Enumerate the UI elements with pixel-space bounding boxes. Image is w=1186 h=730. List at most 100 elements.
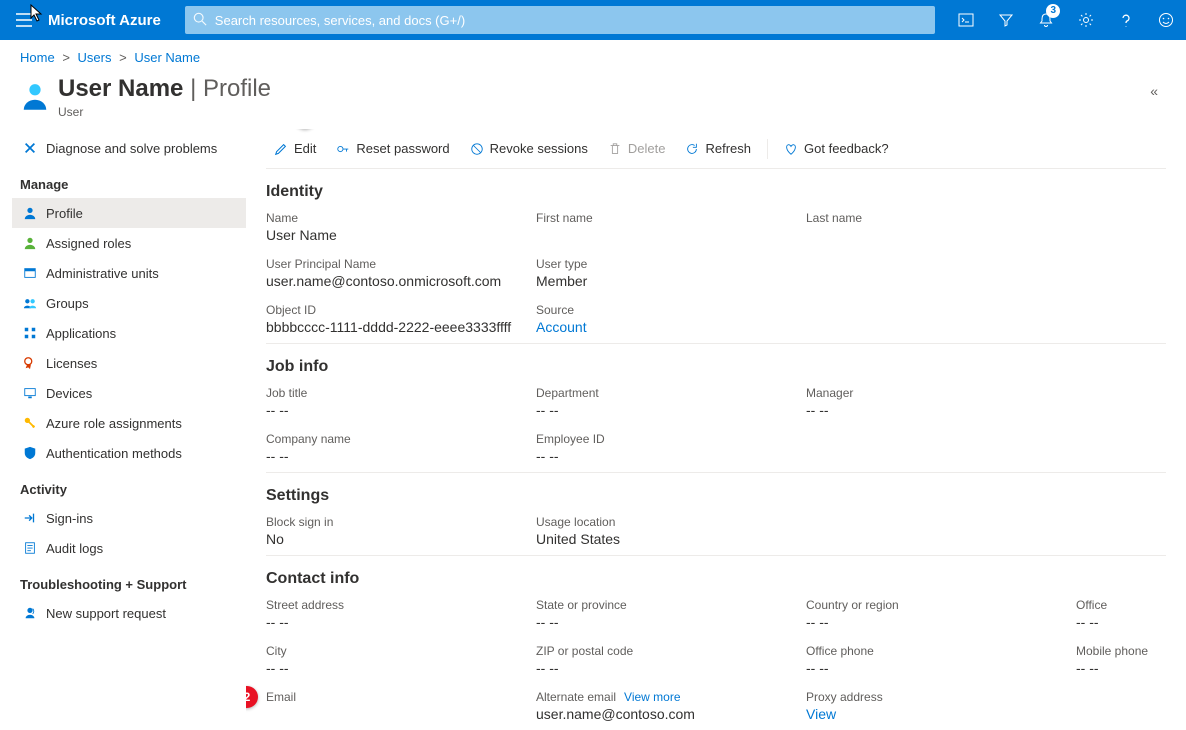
jobtitle-label: Job title [266, 386, 536, 400]
shield-icon [20, 446, 40, 460]
cloud-shell-button[interactable] [946, 0, 986, 40]
device-icon [20, 386, 40, 400]
job-title: Job info [266, 358, 1166, 376]
contact-title: Contact info [266, 570, 1166, 588]
nav-groups[interactable]: Groups [12, 288, 246, 318]
annotation-marker-2: 2 [246, 686, 258, 708]
refresh-icon [685, 142, 699, 156]
usageloc-value: United States [536, 531, 806, 547]
altemail-label: Alternate emailView more [536, 690, 806, 704]
heart-icon [784, 142, 798, 156]
nav-azure-roles[interactable]: Azure role assignments [12, 408, 246, 438]
employeeid-label: Employee ID [536, 432, 806, 446]
nav-admin-units[interactable]: Administrative units [12, 258, 246, 288]
nav-group-manage: Manage [12, 163, 246, 198]
company-value: -- -- [266, 448, 536, 464]
office-value: -- -- [1076, 614, 1186, 630]
nav-support[interactable]: New support request [12, 598, 246, 628]
page-title-main: User Name [58, 75, 183, 102]
officephone-label: Office phone [806, 644, 1076, 658]
settings-section: Settings Block sign inNo Usage locationU… [266, 473, 1166, 556]
feedback-button[interactable] [1146, 0, 1186, 40]
search-input[interactable] [185, 6, 935, 34]
company-label: Company name [266, 432, 536, 446]
crumb-sep: > [119, 50, 127, 65]
crumb-home[interactable]: Home [20, 50, 55, 65]
country-label: Country or region [806, 598, 1076, 612]
officephone-value: -- -- [806, 660, 1076, 676]
department-value: -- -- [536, 402, 806, 418]
key-reset-icon [336, 142, 350, 156]
directory-button[interactable] [986, 0, 1026, 40]
notifications-button[interactable]: 3 [1026, 0, 1066, 40]
apps-icon [20, 326, 40, 340]
country-value: -- -- [806, 614, 1076, 630]
blocksignin-label: Block sign in [266, 515, 536, 529]
nav-auth-methods[interactable]: Authentication methods [12, 438, 246, 468]
street-label: Street address [266, 598, 536, 612]
nav-signins[interactable]: Sign-ins [12, 503, 246, 533]
street-value: -- -- [266, 614, 536, 630]
breadcrumb: Home > Users > User Name [0, 40, 1186, 71]
nav-applications[interactable]: Applications [12, 318, 246, 348]
manager-value: -- -- [806, 402, 1076, 418]
signin-icon [20, 511, 40, 525]
collapse-nav-button[interactable]: « [1150, 83, 1166, 99]
nav-profile[interactable]: Profile [12, 198, 246, 228]
trash-icon [608, 142, 622, 156]
firstname-label: First name [536, 211, 806, 225]
nav-group-trouble: Troubleshooting + Support [12, 563, 246, 598]
page-header: User Name | Profile User « [0, 71, 1186, 129]
audit-icon [20, 541, 40, 555]
identity-title: Identity [266, 183, 1166, 201]
mobilephone-value: -- -- [1076, 660, 1186, 676]
left-nav: Diagnose and solve problems Manage Profi… [0, 129, 246, 730]
revoke-sessions-button[interactable]: Revoke sessions [462, 137, 596, 160]
crumb-sep: > [62, 50, 70, 65]
hamburger-icon [16, 13, 32, 27]
main-content: 1 Edit Reset password Revoke sessions De… [246, 129, 1186, 730]
menu-toggle[interactable] [0, 0, 48, 40]
nav-group-activity: Activity [12, 468, 246, 503]
got-feedback-button[interactable]: Got feedback? [776, 137, 897, 160]
diagnose-icon [20, 141, 40, 155]
user-icon [20, 81, 50, 111]
nav-diagnose[interactable]: Diagnose and solve problems [12, 133, 246, 163]
nav-audit[interactable]: Audit logs [12, 533, 246, 563]
smiley-icon [1158, 12, 1174, 28]
identity-section: Identity Name User Name First name Last n… [266, 169, 1166, 344]
nav-assigned-roles[interactable]: Assigned roles [12, 228, 246, 258]
groups-icon [20, 296, 40, 310]
name-label: Name [266, 211, 536, 225]
employeeid-value: -- -- [536, 448, 806, 464]
nav-licenses[interactable]: Licenses [12, 348, 246, 378]
proxy-view-link[interactable]: View [806, 706, 1076, 722]
source-value[interactable]: Account [536, 319, 806, 335]
role-icon [20, 236, 40, 250]
brand-label[interactable]: Microsoft Azure [48, 12, 161, 29]
settings-button[interactable] [1066, 0, 1106, 40]
mobilephone-label: Mobile phone [1076, 644, 1186, 658]
edit-button[interactable]: Edit [266, 137, 324, 160]
refresh-button[interactable]: Refresh [677, 137, 759, 160]
email-label: Email [266, 690, 536, 704]
name-value: User Name [266, 227, 536, 243]
jobtitle-value: -- -- [266, 402, 536, 418]
person-icon [20, 206, 40, 220]
gear-icon [1078, 12, 1094, 28]
lastname-label: Last name [806, 211, 1076, 225]
job-section: Job info Job title-- -- Department-- -- … [266, 344, 1166, 473]
crumb-user[interactable]: User Name [134, 50, 200, 65]
blocksignin-value: No [266, 531, 536, 547]
nav-devices[interactable]: Devices [12, 378, 246, 408]
usertype-value: Member [536, 273, 806, 289]
delete-button: Delete [600, 137, 674, 160]
key-icon [20, 416, 40, 430]
reset-password-button[interactable]: Reset password [328, 137, 457, 160]
viewmore-link[interactable]: View more [624, 690, 680, 704]
cloudshell-icon [958, 12, 974, 28]
crumb-users[interactable]: Users [78, 50, 112, 65]
help-button[interactable] [1106, 0, 1146, 40]
objectid-label: Object ID [266, 303, 536, 317]
manager-label: Manager [806, 386, 1076, 400]
